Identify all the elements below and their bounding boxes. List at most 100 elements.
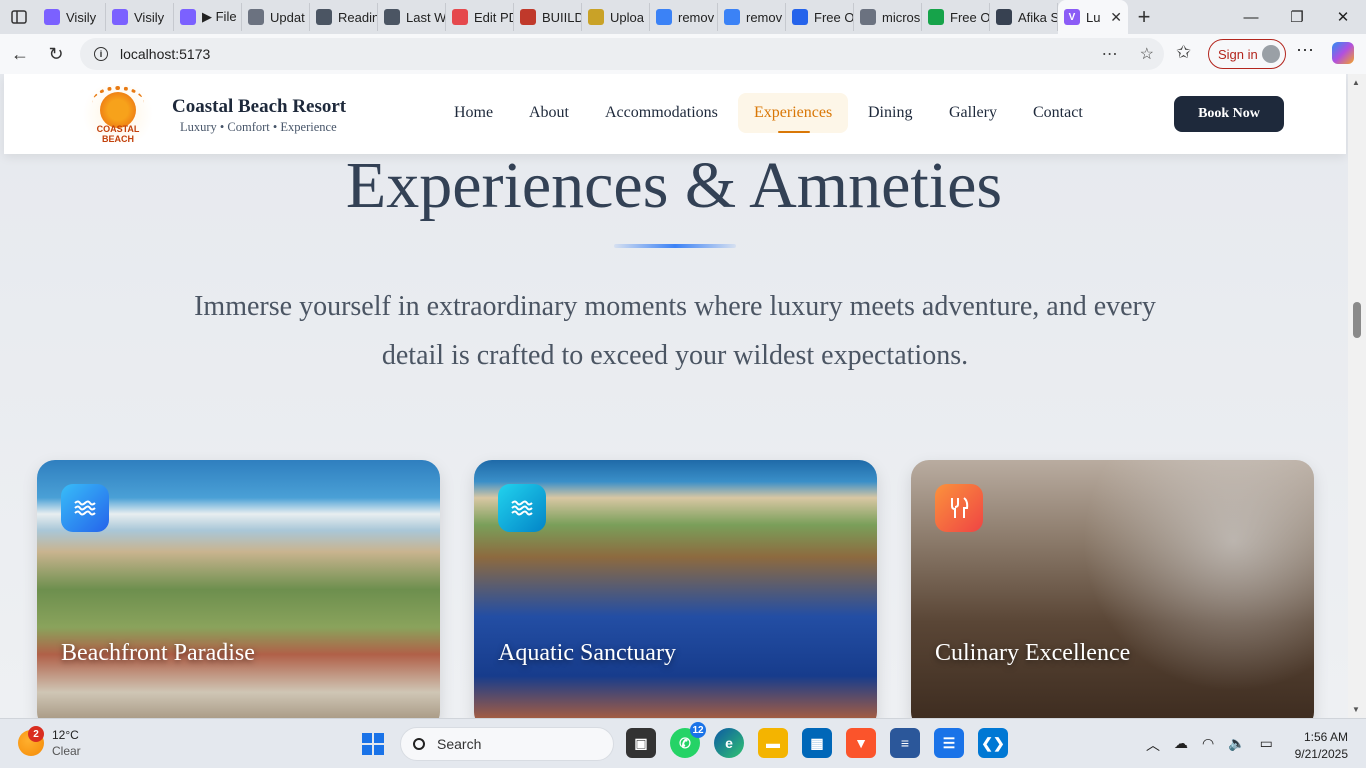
nav-contact[interactable]: Contact <box>1033 104 1083 122</box>
close-window-icon[interactable]: ✕ <box>1320 0 1366 34</box>
tab-favicon <box>656 9 672 25</box>
whatsapp-icon[interactable]: ✆ 12 <box>670 722 706 758</box>
favorite-star-icon[interactable]: ☆ <box>1140 44 1154 64</box>
page-scrollbar[interactable]: ▲ ▼ <box>1348 74 1366 718</box>
vscode-icon[interactable]: ❮❯ <box>978 728 1008 758</box>
tab-active[interactable]: V Lu ✕ <box>1058 0 1128 34</box>
clock[interactable]: 1:56 AM 9/21/2025 <box>1288 729 1348 763</box>
tab-label: BUIILD <box>542 9 582 25</box>
copilot-icon[interactable] <box>1332 42 1354 64</box>
tab-label: Lu <box>1086 9 1101 25</box>
book-now-button[interactable]: Book Now <box>1174 96 1284 132</box>
nav-experiences[interactable]: Experiences <box>754 104 832 122</box>
browser-tab[interactable]: Free O <box>922 3 990 31</box>
settings-more-icon[interactable]: ⋯ <box>1296 40 1314 61</box>
browser-tab[interactable]: Readin <box>310 3 378 31</box>
window-controls: — ❐ ✕ <box>1228 0 1366 34</box>
page-viewport: Experiences & Amneties Immerse yourself … <box>0 74 1348 718</box>
nav-accommodations[interactable]: Accommodations <box>605 104 718 122</box>
nav-gallery[interactable]: Gallery <box>949 104 997 122</box>
close-tab-icon[interactable]: ✕ <box>1110 9 1122 26</box>
tray-expand-icon[interactable]: ︿ <box>1146 735 1160 755</box>
new-tab-icon[interactable]: + <box>1128 4 1160 30</box>
browser-tab[interactable]: micros <box>854 3 922 31</box>
resort-logo[interactable]: COASTAL BEACH <box>78 84 158 144</box>
address-input[interactable]: i localhost:5173 ⋯ ☆ <box>80 38 1164 70</box>
reader-more-icon[interactable]: ⋯ <box>1102 44 1118 64</box>
browser-tab[interactable]: Afika S <box>990 3 1058 31</box>
tab-label: Last W <box>406 9 446 25</box>
cloud-sync-icon[interactable]: ☁ <box>1174 735 1188 755</box>
file-explorer-icon[interactable]: ▬ <box>758 728 788 758</box>
browser-tab[interactable]: Updat <box>242 3 310 31</box>
nav-dining[interactable]: Dining <box>868 104 912 122</box>
title-divider <box>614 244 736 248</box>
browser-tab[interactable]: ▶ File <box>174 3 242 31</box>
whatsapp-badge: 12 <box>690 722 706 738</box>
tab-label: micros <box>882 9 921 25</box>
restore-icon[interactable]: ❐ <box>1274 0 1320 34</box>
tab-favicon <box>112 9 128 25</box>
browser-tab[interactable]: Visily <box>106 3 174 31</box>
taskbar-search[interactable]: Search <box>400 727 614 761</box>
brand-name[interactable]: Coastal Beach Resort <box>172 96 346 118</box>
browser-tab[interactable]: Edit PD <box>446 3 514 31</box>
start-icon[interactable] <box>362 733 384 755</box>
back-icon[interactable]: ← <box>2 36 38 72</box>
utensils-icon <box>935 484 983 532</box>
experience-card-beachfront[interactable]: Beachfront Paradise <box>37 460 440 718</box>
document-icon[interactable]: ≡ <box>890 728 920 758</box>
weather-condition: Clear <box>52 744 81 758</box>
tab-favicon <box>316 9 332 25</box>
browser-tab-bar: Visily Visily ▶ File Updat Readin Last W Edit … <box>0 0 1366 34</box>
browser-tab[interactable]: remov <box>650 3 718 31</box>
tab-label: Afika S <box>1018 9 1058 25</box>
tab-favicon <box>724 9 740 25</box>
tab-label: ▶ File <box>202 9 237 24</box>
scroll-up-icon[interactable]: ▲ <box>1352 78 1360 87</box>
experience-card-aquatic[interactable]: Aquatic Sanctuary <box>474 460 877 718</box>
tab-actions-icon[interactable] <box>0 0 38 34</box>
clock-time: 1:56 AM <box>1303 730 1348 744</box>
experience-card-culinary[interactable]: Culinary Excellence <box>911 460 1314 718</box>
browser-tab[interactable]: Free O <box>786 3 854 31</box>
browser-tab[interactable]: Visily <box>38 3 106 31</box>
card-title: Aquatic Sanctuary <box>498 640 676 666</box>
minimize-icon[interactable]: — <box>1228 0 1274 34</box>
store-icon[interactable]: ▦ <box>802 728 832 758</box>
browser-tab[interactable]: Uploa <box>582 3 650 31</box>
tab-favicon <box>180 9 196 25</box>
tab-label: Updat <box>270 9 305 25</box>
address-toolbar: ← ↻ i localhost:5173 ⋯ ☆ ✩ Sign in ⋯ <box>0 34 1366 74</box>
sun-icon <box>100 92 136 128</box>
edge-icon[interactable]: e <box>714 728 744 758</box>
sign-in-button[interactable]: Sign in <box>1208 39 1286 69</box>
tab-favicon <box>588 9 604 25</box>
tab-favicon <box>928 9 944 25</box>
scroll-down-icon[interactable]: ▼ <box>1352 705 1360 714</box>
tab-label: Readin <box>338 9 378 25</box>
weather-widget[interactable]: 2 12°C Clear <box>18 726 81 759</box>
wifi-icon[interactable]: ◠ <box>1202 735 1214 755</box>
browser-tab[interactable]: Last W <box>378 3 446 31</box>
battery-icon[interactable]: ▭ <box>1260 735 1273 755</box>
search-icon <box>413 738 425 750</box>
tab-favicon <box>996 9 1012 25</box>
search-label: Search <box>437 736 482 752</box>
brave-icon[interactable]: ▼ <box>846 728 876 758</box>
nav-home[interactable]: Home <box>454 104 493 122</box>
site-info-icon[interactable]: i <box>94 47 108 61</box>
scrollbar-thumb[interactable] <box>1353 302 1361 338</box>
browser-tab[interactable]: BUIILD <box>514 3 582 31</box>
browser-tab[interactable]: remov <box>718 3 786 31</box>
task-view-icon[interactable]: ▣ <box>626 728 656 758</box>
refresh-icon[interactable]: ↻ <box>38 36 74 72</box>
brand-tagline: Luxury • Comfort • Experience <box>180 120 337 134</box>
nav-about[interactable]: About <box>529 104 569 122</box>
profile-avatar-icon <box>1262 45 1280 63</box>
notepad-icon[interactable]: ☰ <box>934 728 964 758</box>
tab-favicon <box>452 9 468 25</box>
favorites-icon[interactable]: ✩ <box>1176 42 1191 63</box>
tab-favicon <box>860 9 876 25</box>
volume-icon[interactable]: 🔈 <box>1228 735 1245 755</box>
